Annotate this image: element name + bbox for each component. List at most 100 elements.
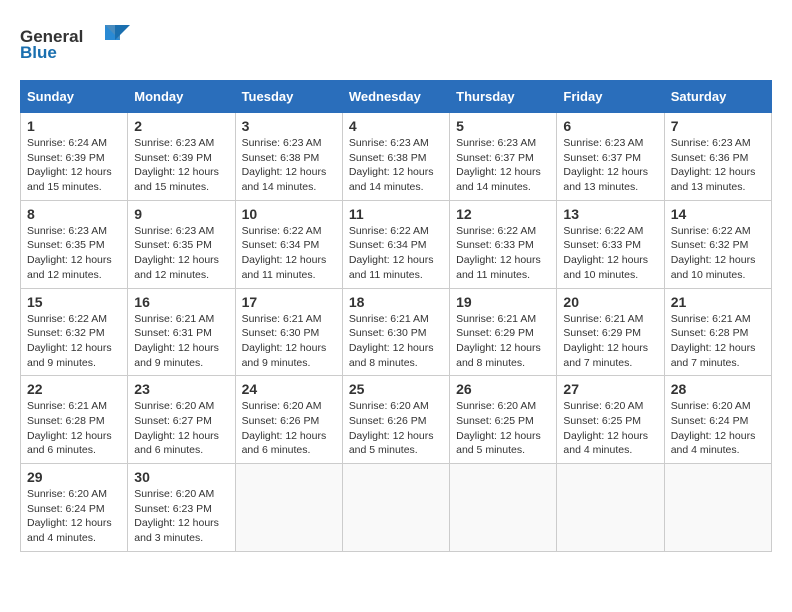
day-info: Sunrise: 6:22 AM Sunset: 6:33 PM Dayligh…: [456, 225, 541, 281]
day-info: Sunrise: 6:24 AM Sunset: 6:39 PM Dayligh…: [27, 137, 112, 193]
calendar-day-cell: 10 Sunrise: 6:22 AM Sunset: 6:34 PM Dayl…: [235, 200, 342, 288]
day-info: Sunrise: 6:21 AM Sunset: 6:30 PM Dayligh…: [242, 313, 327, 369]
calendar-table: SundayMondayTuesdayWednesdayThursdayFrid…: [20, 80, 772, 552]
day-number: 7: [671, 118, 765, 134]
calendar-week-row: 29 Sunrise: 6:20 AM Sunset: 6:24 PM Dayl…: [21, 464, 772, 552]
day-number: 15: [27, 294, 121, 310]
calendar-day-cell: 22 Sunrise: 6:21 AM Sunset: 6:28 PM Dayl…: [21, 376, 128, 464]
calendar-week-row: 15 Sunrise: 6:22 AM Sunset: 6:32 PM Dayl…: [21, 288, 772, 376]
day-info: Sunrise: 6:20 AM Sunset: 6:25 PM Dayligh…: [563, 400, 648, 456]
day-info: Sunrise: 6:23 AM Sunset: 6:38 PM Dayligh…: [242, 137, 327, 193]
day-number: 20: [563, 294, 657, 310]
day-number: 17: [242, 294, 336, 310]
day-number: 5: [456, 118, 550, 134]
calendar-day-cell: 7 Sunrise: 6:23 AM Sunset: 6:36 PM Dayli…: [664, 113, 771, 201]
calendar-week-row: 22 Sunrise: 6:21 AM Sunset: 6:28 PM Dayl…: [21, 376, 772, 464]
calendar-day-cell: 1 Sunrise: 6:24 AM Sunset: 6:39 PM Dayli…: [21, 113, 128, 201]
calendar-day-cell: 4 Sunrise: 6:23 AM Sunset: 6:38 PM Dayli…: [342, 113, 449, 201]
calendar-day-cell: 3 Sunrise: 6:23 AM Sunset: 6:38 PM Dayli…: [235, 113, 342, 201]
svg-text:Blue: Blue: [20, 43, 57, 62]
day-info: Sunrise: 6:22 AM Sunset: 6:32 PM Dayligh…: [27, 313, 112, 369]
day-info: Sunrise: 6:20 AM Sunset: 6:26 PM Dayligh…: [242, 400, 327, 456]
weekday-friday: Friday: [557, 81, 664, 113]
day-info: Sunrise: 6:20 AM Sunset: 6:24 PM Dayligh…: [671, 400, 756, 456]
weekday-monday: Monday: [128, 81, 235, 113]
day-info: Sunrise: 6:21 AM Sunset: 6:28 PM Dayligh…: [671, 313, 756, 369]
day-number: 2: [134, 118, 228, 134]
calendar-day-cell: 19 Sunrise: 6:21 AM Sunset: 6:29 PM Dayl…: [450, 288, 557, 376]
day-number: 21: [671, 294, 765, 310]
day-number: 9: [134, 206, 228, 222]
weekday-thursday: Thursday: [450, 81, 557, 113]
calendar-day-cell: 16 Sunrise: 6:21 AM Sunset: 6:31 PM Dayl…: [128, 288, 235, 376]
calendar-day-cell: 2 Sunrise: 6:23 AM Sunset: 6:39 PM Dayli…: [128, 113, 235, 201]
day-number: 4: [349, 118, 443, 134]
day-number: 26: [456, 381, 550, 397]
day-number: 30: [134, 469, 228, 485]
calendar-day-cell: 13 Sunrise: 6:22 AM Sunset: 6:33 PM Dayl…: [557, 200, 664, 288]
calendar-day-cell: [664, 464, 771, 552]
calendar-day-cell: 26 Sunrise: 6:20 AM Sunset: 6:25 PM Dayl…: [450, 376, 557, 464]
day-number: 8: [27, 206, 121, 222]
day-number: 29: [27, 469, 121, 485]
day-number: 12: [456, 206, 550, 222]
day-number: 3: [242, 118, 336, 134]
calendar-day-cell: 9 Sunrise: 6:23 AM Sunset: 6:35 PM Dayli…: [128, 200, 235, 288]
calendar-day-cell: 28 Sunrise: 6:20 AM Sunset: 6:24 PM Dayl…: [664, 376, 771, 464]
day-info: Sunrise: 6:23 AM Sunset: 6:36 PM Dayligh…: [671, 137, 756, 193]
weekday-saturday: Saturday: [664, 81, 771, 113]
day-info: Sunrise: 6:20 AM Sunset: 6:27 PM Dayligh…: [134, 400, 219, 456]
day-info: Sunrise: 6:20 AM Sunset: 6:25 PM Dayligh…: [456, 400, 541, 456]
calendar-day-cell: 18 Sunrise: 6:21 AM Sunset: 6:30 PM Dayl…: [342, 288, 449, 376]
calendar-day-cell: [235, 464, 342, 552]
day-info: Sunrise: 6:22 AM Sunset: 6:32 PM Dayligh…: [671, 225, 756, 281]
day-number: 27: [563, 381, 657, 397]
day-info: Sunrise: 6:21 AM Sunset: 6:28 PM Dayligh…: [27, 400, 112, 456]
calendar-day-cell: 5 Sunrise: 6:23 AM Sunset: 6:37 PM Dayli…: [450, 113, 557, 201]
day-number: 28: [671, 381, 765, 397]
day-info: Sunrise: 6:23 AM Sunset: 6:35 PM Dayligh…: [27, 225, 112, 281]
logo: General Blue: [20, 20, 130, 70]
calendar-day-cell: 20 Sunrise: 6:21 AM Sunset: 6:29 PM Dayl…: [557, 288, 664, 376]
calendar-week-row: 1 Sunrise: 6:24 AM Sunset: 6:39 PM Dayli…: [21, 113, 772, 201]
calendar-day-cell: 12 Sunrise: 6:22 AM Sunset: 6:33 PM Dayl…: [450, 200, 557, 288]
calendar-day-cell: 21 Sunrise: 6:21 AM Sunset: 6:28 PM Dayl…: [664, 288, 771, 376]
calendar-day-cell: 17 Sunrise: 6:21 AM Sunset: 6:30 PM Dayl…: [235, 288, 342, 376]
calendar-day-cell: [342, 464, 449, 552]
day-info: Sunrise: 6:20 AM Sunset: 6:23 PM Dayligh…: [134, 488, 219, 544]
calendar-day-cell: 29 Sunrise: 6:20 AM Sunset: 6:24 PM Dayl…: [21, 464, 128, 552]
calendar-day-cell: [450, 464, 557, 552]
day-number: 25: [349, 381, 443, 397]
calendar-day-cell: 11 Sunrise: 6:22 AM Sunset: 6:34 PM Dayl…: [342, 200, 449, 288]
day-info: Sunrise: 6:22 AM Sunset: 6:34 PM Dayligh…: [242, 225, 327, 281]
day-info: Sunrise: 6:23 AM Sunset: 6:38 PM Dayligh…: [349, 137, 434, 193]
day-number: 19: [456, 294, 550, 310]
day-number: 24: [242, 381, 336, 397]
calendar-day-cell: 15 Sunrise: 6:22 AM Sunset: 6:32 PM Dayl…: [21, 288, 128, 376]
page-header: General Blue: [20, 20, 772, 70]
day-info: Sunrise: 6:21 AM Sunset: 6:30 PM Dayligh…: [349, 313, 434, 369]
weekday-wednesday: Wednesday: [342, 81, 449, 113]
day-info: Sunrise: 6:21 AM Sunset: 6:29 PM Dayligh…: [563, 313, 648, 369]
day-number: 14: [671, 206, 765, 222]
weekday-sunday: Sunday: [21, 81, 128, 113]
day-number: 10: [242, 206, 336, 222]
day-info: Sunrise: 6:23 AM Sunset: 6:37 PM Dayligh…: [563, 137, 648, 193]
calendar-day-cell: [557, 464, 664, 552]
day-info: Sunrise: 6:21 AM Sunset: 6:29 PM Dayligh…: [456, 313, 541, 369]
day-info: Sunrise: 6:22 AM Sunset: 6:33 PM Dayligh…: [563, 225, 648, 281]
day-number: 16: [134, 294, 228, 310]
day-number: 22: [27, 381, 121, 397]
calendar-week-row: 8 Sunrise: 6:23 AM Sunset: 6:35 PM Dayli…: [21, 200, 772, 288]
weekday-tuesday: Tuesday: [235, 81, 342, 113]
weekday-header-row: SundayMondayTuesdayWednesdayThursdayFrid…: [21, 81, 772, 113]
day-info: Sunrise: 6:20 AM Sunset: 6:24 PM Dayligh…: [27, 488, 112, 544]
day-info: Sunrise: 6:20 AM Sunset: 6:26 PM Dayligh…: [349, 400, 434, 456]
day-number: 6: [563, 118, 657, 134]
logo-general-text: General Blue: [20, 20, 130, 70]
day-info: Sunrise: 6:23 AM Sunset: 6:35 PM Dayligh…: [134, 225, 219, 281]
day-number: 1: [27, 118, 121, 134]
day-number: 18: [349, 294, 443, 310]
day-info: Sunrise: 6:22 AM Sunset: 6:34 PM Dayligh…: [349, 225, 434, 281]
calendar-day-cell: 24 Sunrise: 6:20 AM Sunset: 6:26 PM Dayl…: [235, 376, 342, 464]
